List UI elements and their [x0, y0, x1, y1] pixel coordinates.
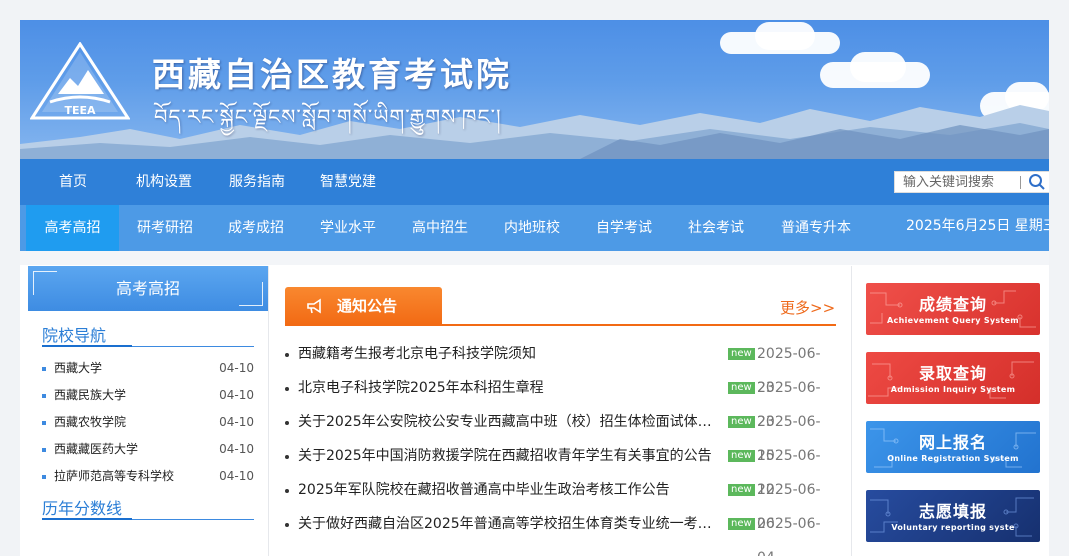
notice-title[interactable]: 2025年军队院校在藏招收普通高中毕业生政治考核工作公告	[298, 473, 722, 507]
notice-row[interactable]: 关于2025年中国消防救援学院在西藏招收青年学生有关事宜的公告 new 2025…	[285, 439, 836, 498]
tab-gaokao[interactable]: 高考高招	[26, 205, 119, 251]
header-banner: TEEA 西藏自治区教育考试院 བོད་རང་སྐྱོང་ལྗོངས་སློབ་…	[20, 20, 1049, 159]
volunteer-application-button[interactable]: 志愿填报 Voluntary reporting syste	[866, 490, 1040, 542]
secondary-nav: 高考高招 研考研招 成考成招 学业水平 高中招生 内地班校 自学考试 社会考试 …	[20, 205, 1049, 251]
search-box	[894, 171, 1049, 193]
left-panel-title: 高考高招	[115, 279, 180, 298]
volunteer-application-label: 志愿填报	[918, 502, 987, 521]
online-registration-label: 网上报名	[918, 433, 987, 452]
online-registration-button[interactable]: 网上报名 Online Registration System	[866, 421, 1040, 473]
notice-title[interactable]: 北京电子科技学院2025年本科招生章程	[298, 371, 722, 405]
online-registration-sub: Online Registration System	[887, 454, 1019, 463]
notice-tab[interactable]: 通知公告	[285, 287, 442, 325]
tab-social-exam[interactable]: 社会考试	[673, 205, 759, 251]
megaphone-icon	[307, 298, 321, 314]
tab-academic-level[interactable]: 学业水平	[305, 205, 391, 251]
admission-query-button[interactable]: 录取查询 Admission Inquiry System	[866, 352, 1040, 404]
new-badge: new	[728, 484, 755, 496]
search-icon[interactable]	[1028, 173, 1046, 191]
notice-title[interactable]: 西藏籍考生报考北京电子科技学院须知	[298, 337, 722, 371]
notice-title[interactable]: 关于2025年中国消防救援学院在西藏招收青年学生有关事宜的公告	[298, 439, 722, 473]
nav-home[interactable]: 首页	[59, 159, 87, 205]
score-query-button[interactable]: 成绩查询 Achievement Query System	[866, 283, 1040, 335]
admission-query-label: 录取查询	[918, 364, 987, 383]
school-name[interactable]: 西藏藏医药大学	[54, 436, 138, 463]
notice-title[interactable]: 关于做好西藏自治区2025年普通高等学校招生体育类专业统一考试...	[298, 507, 722, 541]
score-query-label: 成绩查询	[918, 295, 987, 314]
notice-row[interactable]: 2025年军队院校在藏招收普通高中毕业生政治考核工作公告 new 2025-06…	[285, 473, 836, 532]
new-badge: new	[728, 416, 755, 428]
search-input[interactable]	[895, 172, 1019, 192]
new-badge: new	[728, 382, 755, 394]
school-nav-title[interactable]: 院校导航	[42, 322, 106, 346]
school-name[interactable]: 西藏农牧学院	[54, 409, 126, 436]
notice-tab-label: 通知公告	[337, 297, 398, 315]
nav-party-building[interactable]: 智慧党建	[320, 159, 376, 205]
tab-high-school[interactable]: 高中招生	[397, 205, 483, 251]
school-date: 04-10	[219, 469, 254, 483]
list-item[interactable]: 西藏民族大学 04-10	[42, 382, 254, 409]
school-date: 04-10	[219, 388, 254, 402]
new-badge: new	[728, 518, 755, 530]
teea-logo: TEEA	[30, 42, 130, 120]
school-date: 04-10	[219, 361, 254, 375]
tab-self-study[interactable]: 自学考试	[581, 205, 667, 251]
nav-organization[interactable]: 机构设置	[136, 159, 192, 205]
current-date: 2025年6月25日 星期三	[906, 218, 1049, 234]
left-panel: 高考高招 院校导航 西藏大学 04-10 西藏民族大学 04-10 西藏农牧学院…	[28, 266, 268, 556]
score-query-sub: Achievement Query System	[887, 316, 1019, 325]
notice-row[interactable]: 关于2025年公安院校公安专业西藏高中班（校）招生体检面试体能... new 2…	[285, 405, 836, 464]
list-item[interactable]: 西藏大学 04-10	[42, 355, 254, 382]
school-name[interactable]: 西藏民族大学	[54, 382, 126, 409]
site-title-tibetan: བོད་རང་སྐྱོང་ལྗོངས་སློབ་གསོ་ཡིག་རྒྱུགས་ཁ…	[154, 105, 502, 129]
tab-upgrade[interactable]: 普通专升本	[765, 205, 867, 251]
notice-row[interactable]: 西藏籍考生报考北京电子科技学院须知 new 2025-06-23	[285, 337, 836, 396]
volunteer-application-sub: Voluntary reporting syste	[891, 523, 1015, 532]
school-date: 04-10	[219, 415, 254, 429]
list-item[interactable]: 拉萨师范高等专科学校 04-10	[42, 463, 254, 490]
admission-query-sub: Admission Inquiry System	[890, 385, 1016, 394]
school-name[interactable]: 西藏大学	[54, 355, 102, 382]
nav-service-guide[interactable]: 服务指南	[229, 159, 285, 205]
tab-inland-classes[interactable]: 内地班校	[489, 205, 575, 251]
new-badge: new	[728, 450, 755, 462]
more-link[interactable]: 更多>>	[780, 297, 835, 318]
notice-panel: 通知公告 更多>> 西藏籍考生报考北京电子科技学院须知 new 2025-06-…	[268, 266, 852, 556]
logo-text: TEEA	[64, 104, 96, 117]
notice-title[interactable]: 关于2025年公安院校公安专业西藏高中班（校）招生体检面试体能...	[298, 405, 722, 439]
list-item[interactable]: 西藏藏医药大学 04-10	[42, 436, 254, 463]
tab-graduate[interactable]: 研考研招	[122, 205, 208, 251]
notice-row[interactable]: 关于做好西藏自治区2025年普通高等学校招生体育类专业统一考试... new 2…	[285, 507, 836, 556]
notice-date: 2025-06-04	[757, 516, 821, 556]
quick-links-panel: 成绩查询 Achievement Query System 录取查询 Admis…	[853, 266, 1049, 556]
score-lines-title[interactable]: 历年分数线	[42, 495, 122, 519]
notice-row[interactable]: 北京电子科技学院2025年本科招生章程 new 2025-06-23	[285, 371, 836, 430]
tab-adult-exam[interactable]: 成考成招	[213, 205, 299, 251]
page-frame: TEEA 西藏自治区教育考试院 བོད་རང་སྐྱོང་ལྗོངས་སློབ་…	[20, 20, 1049, 556]
new-badge: new	[728, 348, 755, 360]
left-panel-heading: 高考高招	[28, 266, 268, 311]
site-title: 西藏自治区教育考试院	[152, 55, 512, 94]
school-date: 04-10	[219, 442, 254, 456]
list-item[interactable]: 西藏农牧学院 04-10	[42, 409, 254, 436]
school-name[interactable]: 拉萨师范高等专科学校	[54, 463, 174, 490]
